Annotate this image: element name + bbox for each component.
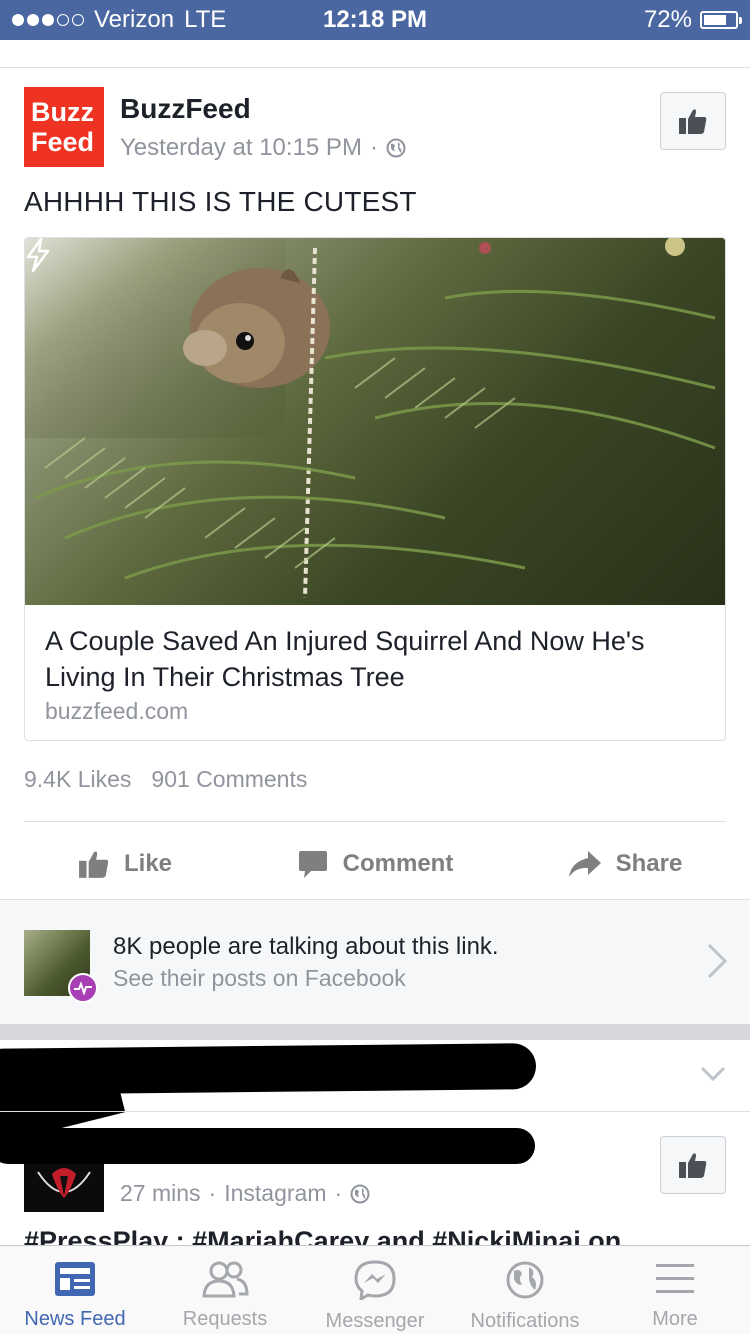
redaction-mark (0, 1128, 535, 1164)
link-image-squirrel[interactable] (25, 238, 725, 605)
globe-icon (386, 138, 406, 158)
bottom-tab-bar: News Feed Requests Messenger Notificatio… (0, 1245, 750, 1334)
chevron-right-icon (707, 943, 728, 979)
notifications-globe-icon (506, 1261, 544, 1299)
buzzfeed-avatar[interactable]: Buzz Feed (24, 87, 104, 167)
trending-pulse-icon (68, 973, 98, 1003)
requests-icon (202, 1261, 249, 1298)
avatar-logo-text-1: Buzz (31, 97, 94, 127)
status-bar: Verizon LTE 12:18 PM 72% (0, 0, 750, 40)
likes-count[interactable]: 9.4K Likes (24, 766, 131, 793)
trending-subtitle: See their posts on Facebook (113, 965, 406, 991)
clock: 12:18 PM (322, 6, 428, 33)
like-page-button[interactable] (660, 92, 726, 150)
messenger-icon (354, 1260, 396, 1300)
squirrel-in-tree-illustration (25, 238, 716, 599)
trending-title: 8K people are talking about this link. (113, 933, 499, 960)
post-meta: Yesterday at 10:15 PM · (120, 134, 406, 162)
like-label: Like (123, 850, 173, 877)
trending-link-box[interactable]: 8K people are talking about this link. S… (0, 899, 750, 1024)
comment-bubble-icon (298, 851, 327, 878)
more-menu-icon (656, 1264, 694, 1293)
battery-icon (700, 11, 742, 29)
avatar-logo-text-2: Feed (31, 127, 95, 157)
thumbs-up-icon (79, 851, 109, 878)
link-title[interactable]: A Couple Saved An Injured Squirrel And N… (45, 623, 705, 695)
globe-icon (350, 1184, 370, 1203)
like-button[interactable]: Like (0, 830, 250, 898)
feed-divider (0, 1024, 750, 1040)
tab-news-feed[interactable]: News Feed (0, 1246, 150, 1334)
tab-label: Requests (182, 1308, 268, 1330)
instant-article-bolt-icon (26, 238, 50, 272)
meta-separator: · (208, 1180, 217, 1206)
meta-separator: · (334, 1180, 343, 1206)
comment-label: Comment (342, 850, 454, 877)
tab-label: Notifications (470, 1310, 580, 1332)
battery-info: 72% (643, 6, 742, 34)
link-domain: buzzfeed.com (45, 698, 189, 724)
post-timestamp[interactable]: Yesterday at 10:15 PM (120, 134, 362, 162)
tab-requests[interactable]: Requests (150, 1246, 300, 1334)
battery-percent: 72% (643, 6, 692, 33)
post2-meta: 27 mins · Instagram · (120, 1180, 370, 1207)
tab-label: More (652, 1308, 698, 1330)
news-feed-icon (55, 1262, 95, 1296)
thumbs-up-icon (679, 109, 707, 134)
reaction-counts: 9.4K Likes 901 Comments (24, 766, 307, 793)
post-message: AHHHH THIS IS THE CUTEST (24, 186, 417, 217)
tab-messenger[interactable]: Messenger (300, 1246, 450, 1334)
post-divider (0, 1111, 750, 1112)
actions-divider (24, 821, 726, 822)
feed-top-edge (0, 40, 750, 68)
tab-label: News Feed (24, 1308, 126, 1330)
tab-label: Messenger (325, 1310, 425, 1332)
post2-source: Instagram (224, 1180, 327, 1206)
post2-timestamp[interactable]: 27 mins (120, 1180, 201, 1207)
share-label: Share (615, 850, 683, 877)
share-arrow-icon (568, 851, 601, 877)
tab-notifications[interactable]: Notifications (450, 1246, 600, 1334)
page-name[interactable]: BuzzFeed (120, 93, 251, 125)
post-actions: Like Comment Share (0, 830, 750, 898)
comment-button[interactable]: Comment (250, 830, 500, 898)
chevron-down-icon[interactable] (700, 1066, 726, 1082)
share-button[interactable]: Share (500, 830, 750, 898)
thumbs-up-icon (679, 1153, 707, 1178)
meta-separator: · (369, 134, 378, 161)
tab-more[interactable]: More (600, 1246, 750, 1334)
like-page-button[interactable] (660, 1136, 726, 1194)
link-preview-card[interactable]: A Couple Saved An Injured Squirrel And N… (24, 237, 726, 741)
comments-count[interactable]: 901 Comments (151, 766, 307, 793)
